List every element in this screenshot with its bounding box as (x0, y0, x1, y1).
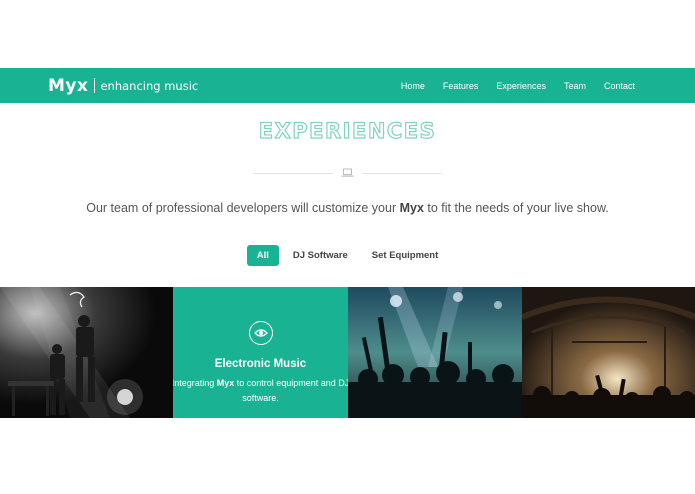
brand-separator (94, 78, 96, 93)
stage-photo (522, 287, 695, 418)
subtitle-text-after: to fit the needs of your live show. (423, 201, 609, 215)
brand-logo[interactable]: Myx enhancing music (48, 76, 198, 96)
featured-desc-after: to control equipment and DJ software. (234, 378, 348, 403)
laptop-icon (341, 168, 354, 177)
featured-desc-brand: Myx (216, 378, 235, 388)
gallery-item-electronic-music[interactable]: Electronic Music Integrating Myx to cont… (173, 287, 348, 418)
filter-bar: All DJ Software Set Equipment (0, 245, 695, 266)
subtitle-brand: Myx (399, 201, 424, 215)
divider-line-right (362, 173, 442, 174)
featured-description: Integrating Myx to control equipment and… (173, 376, 348, 406)
nav-link-contact[interactable]: Contact (604, 81, 635, 91)
section-divider (0, 167, 695, 179)
nav-link-features[interactable]: Features (443, 81, 479, 91)
nav-link-experiences[interactable]: Experiences (496, 81, 546, 91)
gallery-item-stage[interactable] (522, 287, 695, 418)
filter-all-button[interactable]: All (246, 245, 279, 266)
featured-desc-before: Integrating (173, 378, 217, 388)
gallery-item-crowd[interactable] (348, 287, 522, 418)
brand-name: Myx (48, 75, 89, 96)
filter-set-equipment-button[interactable]: Set Equipment (362, 245, 449, 266)
section-subtitle: Our team of professional developers will… (0, 201, 695, 215)
nav-link-team[interactable]: Team (564, 81, 586, 91)
filter-dj-software-button[interactable]: DJ Software (283, 245, 358, 266)
band-photo (0, 287, 173, 418)
nav-links: Home Features Experiences Team Contact (383, 81, 635, 91)
brand-tagline: enhancing music (100, 78, 199, 93)
crowd-photo (348, 287, 522, 418)
section-title: EXPERIENCES (258, 118, 437, 143)
featured-title: Electronic Music (214, 358, 307, 370)
experiences-gallery: Electronic Music Integrating Myx to cont… (0, 287, 695, 418)
subtitle-text-before: Our team of professional developers will… (86, 201, 400, 215)
gallery-item-band[interactable] (0, 287, 173, 418)
eye-icon[interactable] (248, 321, 273, 345)
divider-line-left (253, 173, 333, 174)
nav-link-home[interactable]: Home (401, 81, 425, 91)
navbar: Myx enhancing music Home Features Experi… (0, 68, 695, 103)
featured-overlay: Electronic Music Integrating Myx to cont… (173, 287, 348, 418)
